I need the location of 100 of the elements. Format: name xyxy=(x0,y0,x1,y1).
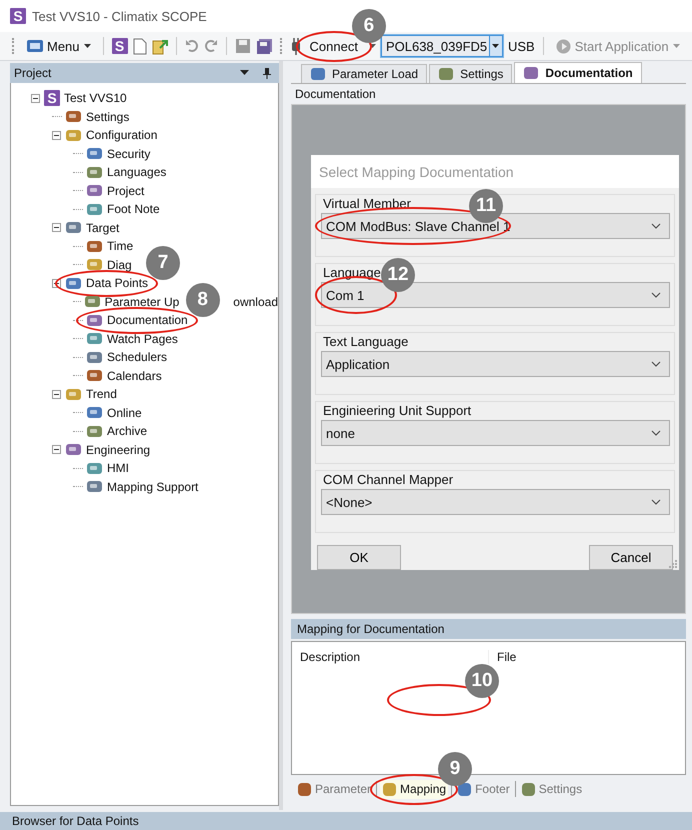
status-text: Browser for Data Points xyxy=(12,814,139,828)
plug-icon xyxy=(290,37,301,55)
field-label: COM Channel Mapper xyxy=(323,472,454,487)
node-icon xyxy=(86,350,103,365)
dropdown[interactable]: none xyxy=(321,420,670,446)
collapse-toggle[interactable] xyxy=(52,445,61,454)
tree-item[interactable]: Project xyxy=(107,184,144,198)
export-icon[interactable] xyxy=(152,38,168,54)
node-icon xyxy=(65,442,82,458)
device-dropdown[interactable]: POL638_039FD5 xyxy=(380,35,503,57)
callout-badge: 7 xyxy=(146,246,180,280)
node-icon xyxy=(86,479,103,494)
node-icon xyxy=(65,128,82,143)
resize-grip-icon[interactable] xyxy=(668,559,677,568)
document-title: Documentation xyxy=(294,86,377,103)
save-icon[interactable] xyxy=(234,38,251,54)
dropdown[interactable]: Com 1 xyxy=(321,282,670,308)
collapse-toggle[interactable] xyxy=(52,223,61,232)
undo-icon[interactable] xyxy=(184,39,199,53)
app-logo: S xyxy=(10,8,26,24)
collapse-toggle[interactable] xyxy=(31,94,40,103)
tree-item[interactable]: Time xyxy=(107,239,134,254)
square-icon xyxy=(438,67,454,81)
node-icon xyxy=(86,331,103,346)
node-icon xyxy=(86,202,103,217)
field-label: Virtual Member xyxy=(323,196,411,211)
dropdown-icon[interactable] xyxy=(240,70,249,76)
tree-item[interactable]: Engineering xyxy=(86,442,150,457)
port-label: USB xyxy=(508,38,535,54)
node-icon xyxy=(86,424,103,439)
square-icon xyxy=(297,782,312,796)
caret-icon xyxy=(492,44,500,48)
chevron-down-icon xyxy=(651,499,661,505)
tree-item[interactable]: Test VVS10 xyxy=(64,91,127,106)
window-icon xyxy=(27,39,43,53)
node-icon xyxy=(86,460,103,476)
callout-badge: 11 xyxy=(469,189,503,223)
square-icon xyxy=(520,782,536,796)
node-icon xyxy=(86,405,103,420)
dropdown[interactable]: <None> xyxy=(321,489,670,515)
node-icon xyxy=(65,220,82,236)
dropdown[interactable]: Application xyxy=(321,351,670,377)
tree-item[interactable]: Online xyxy=(107,406,142,420)
tree-item[interactable]: Settings xyxy=(86,110,130,124)
tree-item[interactable]: Target xyxy=(86,220,120,235)
tree-item[interactable]: Configuration xyxy=(86,128,158,142)
chevron-down-icon xyxy=(651,292,661,298)
field-label: Text Language xyxy=(323,334,408,349)
collapse-toggle[interactable] xyxy=(52,390,61,399)
new-document-icon[interactable] xyxy=(132,38,147,54)
tree-item[interactable]: Archive xyxy=(107,424,148,438)
document-tab[interactable]: Parameter Load xyxy=(301,64,428,83)
tree-item[interactable]: Schedulers xyxy=(107,350,168,364)
tree-item[interactable]: Parameter Up xyxy=(104,294,180,309)
view-tab[interactable]: Mapping xyxy=(380,780,448,798)
pin-icon[interactable] xyxy=(263,68,271,78)
tree-item[interactable]: Calendars xyxy=(107,368,162,383)
callout-badge: 10 xyxy=(465,664,499,698)
tree-item[interactable]: Trend xyxy=(86,387,117,402)
column-header[interactable]: File xyxy=(489,650,685,664)
tree-item[interactable]: Languages xyxy=(107,165,166,180)
tree-item[interactable]: Documentation xyxy=(107,313,188,328)
tree-item[interactable]: Foot Note xyxy=(107,202,160,216)
caret-icon xyxy=(84,44,91,48)
play-icon xyxy=(556,38,571,54)
tree-item[interactable]: Mapping Support xyxy=(107,480,198,494)
save-all-icon[interactable] xyxy=(256,38,273,54)
cancel-button[interactable]: Cancel xyxy=(589,545,673,570)
tree-item[interactable]: Watch Pages xyxy=(107,332,178,346)
project-logo: S xyxy=(44,90,60,106)
callout-badge: 8 xyxy=(186,282,220,317)
dialog-title: Select Mapping Documentation xyxy=(311,155,679,188)
menu-button[interactable]: Menu xyxy=(23,36,95,56)
document-tab[interactable]: Settings xyxy=(429,64,512,83)
node-icon xyxy=(65,386,82,402)
chevron-down-icon xyxy=(651,223,661,229)
ok-button[interactable]: OK xyxy=(317,545,401,570)
node-icon xyxy=(86,368,103,384)
document-tab[interactable]: Documentation xyxy=(514,62,642,83)
collapse-toggle[interactable] xyxy=(52,130,61,140)
node-icon xyxy=(84,294,101,310)
window-title: Test VVS10 - Climatix SCOPE xyxy=(32,8,207,24)
panel-title: Mapping for Documentation xyxy=(297,622,444,636)
tree-item[interactable]: Security xyxy=(107,146,150,161)
caret-icon xyxy=(672,44,680,48)
tree-item[interactable]: Data Points xyxy=(86,276,148,290)
app-logo[interactable]: S xyxy=(112,38,128,54)
square-icon xyxy=(310,67,326,81)
node-icon xyxy=(65,109,82,124)
callout-badge: 12 xyxy=(381,258,415,292)
node-icon xyxy=(86,183,103,198)
tree-item-text: ownload xyxy=(233,294,278,309)
tree-item[interactable]: Diag xyxy=(107,258,132,272)
redo-icon[interactable] xyxy=(204,39,218,53)
square-icon xyxy=(382,782,398,796)
panel-title: Project xyxy=(14,66,52,80)
field-label: Enginieering Unit Support xyxy=(323,403,472,418)
node-icon xyxy=(86,312,103,328)
tree-item[interactable]: HMI xyxy=(107,461,129,476)
view-tab[interactable]: Settings xyxy=(518,780,584,798)
